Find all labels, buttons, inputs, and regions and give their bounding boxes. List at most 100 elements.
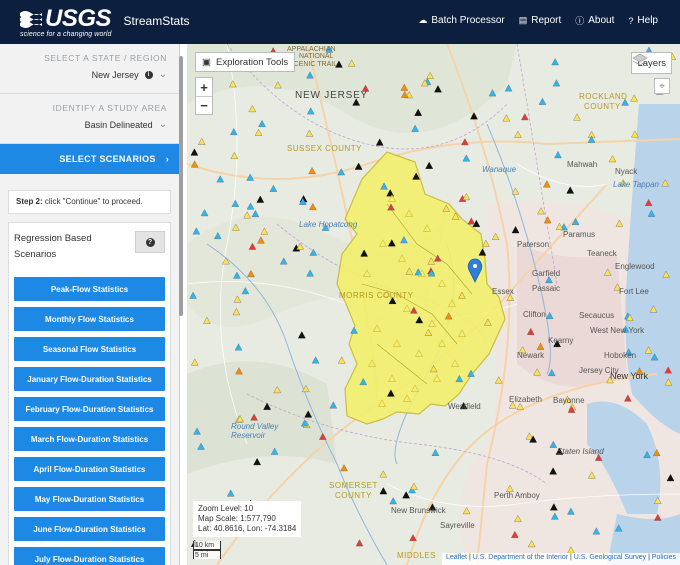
app-title: StreamStats xyxy=(123,14,190,28)
map-label-passaic: Passaic xyxy=(532,284,561,293)
sidebar-scrollbar[interactable] xyxy=(179,56,183,316)
report-icon: ▤ xyxy=(518,15,528,25)
state-value: New Jersey xyxy=(91,69,139,80)
map-label-englewood: Englewood xyxy=(615,262,655,271)
zoom-in-button[interactable]: + xyxy=(196,78,212,96)
usgs-logo[interactable]: USGS science for a changing world xyxy=(20,5,112,38)
usgs-link[interactable]: U.S. Geological Survey xyxy=(574,554,646,561)
map-label-bayonne: Bayonne xyxy=(553,396,585,405)
map-label-somerset: SOMERSET xyxy=(329,481,378,490)
map-label-secaucus: Secaucus xyxy=(579,311,615,320)
regression-help-button[interactable]: ? xyxy=(135,231,165,253)
map-label-reservoir: Reservoir xyxy=(231,431,266,440)
map-label-state: NEW JERSEY xyxy=(295,90,369,101)
map-label-perth-amboy: Perth Amboy xyxy=(494,491,540,500)
state-selector[interactable]: SELECT A STATE / REGION New Jersey i ⌄ xyxy=(0,44,179,94)
scale-mi: 5 mi xyxy=(193,550,221,559)
map-label-paterson: Paterson xyxy=(517,240,550,249)
regression-panel: Regression Based Scenarios ? Peak-Flow S… xyxy=(8,222,171,565)
map-label-sayreville: Sayreville xyxy=(440,521,475,530)
nav-label: About xyxy=(588,15,615,26)
study-area-selector[interactable]: IDENTIFY A STUDY AREA Basin Delineated ⌄ xyxy=(0,94,179,144)
map-label-elizabeth: Elizabeth xyxy=(509,395,542,404)
map-label-trail-2: NATIONAL xyxy=(299,53,334,60)
scenario-may-flow-duration-button[interactable]: May Flow-Duration Statistics xyxy=(14,487,165,511)
question-icon: ? xyxy=(145,237,155,247)
locate-icon[interactable]: ⌖ xyxy=(654,78,670,94)
study-label: IDENTIFY A STUDY AREA xyxy=(52,103,167,113)
nav-label: Report xyxy=(531,15,562,26)
toolbox-icon: ▣ xyxy=(202,56,211,68)
state-label: SELECT A STATE / REGION xyxy=(44,53,167,63)
map-label-paramus: Paramus xyxy=(563,230,596,239)
step-instruction: Step 2: click "Continue" to proceed. xyxy=(8,190,171,214)
map-attribution: Leaflet | U.S. Department of the Interio… xyxy=(441,553,680,565)
map-label-west-new-york: West New York xyxy=(590,326,645,335)
nav-label: Help xyxy=(637,15,658,26)
map-label-staten-island: Staten Island xyxy=(557,447,604,456)
regression-list: Peak-Flow Statistics Monthly Flow Statis… xyxy=(14,277,165,565)
map-label-fort-lee: Fort Lee xyxy=(619,287,649,296)
logo-tagline: science for a changing world xyxy=(20,31,112,38)
map-label-new-brunswick: New Brunswick xyxy=(391,506,446,515)
map-label-morris: MORRIS COUNTY xyxy=(339,291,414,300)
usgs-wave-icon xyxy=(20,11,42,28)
step-text: click "Continue" to proceed. xyxy=(42,197,143,206)
map-info-box: Zoom Level: 10 Map Scale: 1:577,790 Lat:… xyxy=(193,501,302,537)
sidebar: SELECT A STATE / REGION New Jersey i ⌄ I… xyxy=(0,44,180,565)
scenario-july-flow-duration-button[interactable]: July Flow-Duration Statistics xyxy=(14,547,165,565)
scale-bar: 10 km 5 mi xyxy=(193,541,221,559)
scenario-monthly-flow-button[interactable]: Monthly Flow Statistics xyxy=(14,307,165,331)
map-basemap xyxy=(187,44,680,565)
nav-report[interactable]: ▤ Report xyxy=(519,14,562,27)
map-label-middlesex: MIDDLES xyxy=(397,551,437,560)
layers-button[interactable]: Layers xyxy=(631,52,672,74)
map-label-lake-hopatcong: Lake Hopatcong xyxy=(299,220,358,229)
map-label-tappan: Lake Tappan xyxy=(613,180,659,189)
map-label-sussex: SUSSEX COUNTY xyxy=(287,144,362,153)
zoom-level-text: Zoom Level: 10 xyxy=(198,504,254,513)
app-header: USGS science for a changing world Stream… xyxy=(0,0,680,44)
scenario-peak-flow-button[interactable]: Peak-Flow Statistics xyxy=(14,277,165,301)
policies-link[interactable]: Policies xyxy=(652,554,676,561)
map-label-kearny: Kearny xyxy=(548,336,574,345)
scenario-january-flow-duration-button[interactable]: January Flow-Duration Statistics xyxy=(14,367,165,391)
study-value: Basin Delineated xyxy=(84,119,153,130)
map-label-nyack: Nyack xyxy=(615,167,638,176)
map-label-mahwah: Mahwah xyxy=(567,160,598,169)
exploration-tools-button[interactable]: ▣ Exploration Tools xyxy=(195,52,296,72)
regression-title: Regression Based Scenarios xyxy=(14,231,92,263)
chevron-down-icon[interactable]: ⌄ xyxy=(159,69,167,80)
info-icon[interactable]: i xyxy=(144,70,153,79)
map-label-rockland-1: ROCKLAND xyxy=(579,92,628,101)
map-label-westfield: Westfield xyxy=(448,402,481,411)
map-scale-text: Map Scale: 1:577,790 xyxy=(198,514,276,523)
layers-icon xyxy=(632,53,649,66)
map-label-clifton: Clifton xyxy=(523,310,546,319)
doi-link[interactable]: U.S. Department of the Interior xyxy=(473,554,568,561)
map-label-jersey-city: Jersey City xyxy=(579,366,619,375)
map-label-essex: Essex xyxy=(492,287,514,296)
nav-help[interactable]: ? Help xyxy=(628,14,658,27)
select-scenarios-label: SELECT SCENARIOS xyxy=(59,154,156,164)
lat-lon-text: Lat: 40.8616, Lon: -74.3184 xyxy=(198,524,297,533)
scenario-seasonal-flow-button[interactable]: Seasonal Flow Statistics xyxy=(14,337,165,361)
scale-km: 10 km xyxy=(193,541,221,550)
chevron-down-icon[interactable]: ⌄ xyxy=(159,119,167,130)
nav-batch-processor[interactable]: ☁ Batch Processor xyxy=(418,14,504,27)
scenario-june-flow-duration-button[interactable]: June Flow-Duration Statistics xyxy=(14,517,165,541)
logo-text: USGS xyxy=(45,5,112,32)
leaflet-link[interactable]: Leaflet xyxy=(446,554,467,561)
regression-title-line-2: Scenarios xyxy=(14,249,57,260)
zoom-out-button[interactable]: − xyxy=(196,96,212,114)
map-label-trail-3: SCENIC TRAIL xyxy=(289,61,338,68)
nav-about[interactable]: ⓘ About xyxy=(575,14,614,27)
cloud-upload-icon: ☁ xyxy=(418,15,428,25)
scenario-april-flow-duration-button[interactable]: April Flow-Duration Statistics xyxy=(14,457,165,481)
map-canvas[interactable]: NEW JERSEY APPALACHIAN NATIONAL SCENIC T… xyxy=(187,44,680,565)
nav-label: Batch Processor xyxy=(431,15,505,26)
top-nav: ☁ Batch Processor ▤ Report ⓘ About ? Hel… xyxy=(418,14,658,27)
select-scenarios-button[interactable]: SELECT SCENARIOS › xyxy=(0,144,179,174)
scenario-march-flow-duration-button[interactable]: March Flow-Duration Statistics xyxy=(14,427,165,451)
scenario-february-flow-duration-button[interactable]: February Flow-Duration Statistics xyxy=(14,397,165,421)
